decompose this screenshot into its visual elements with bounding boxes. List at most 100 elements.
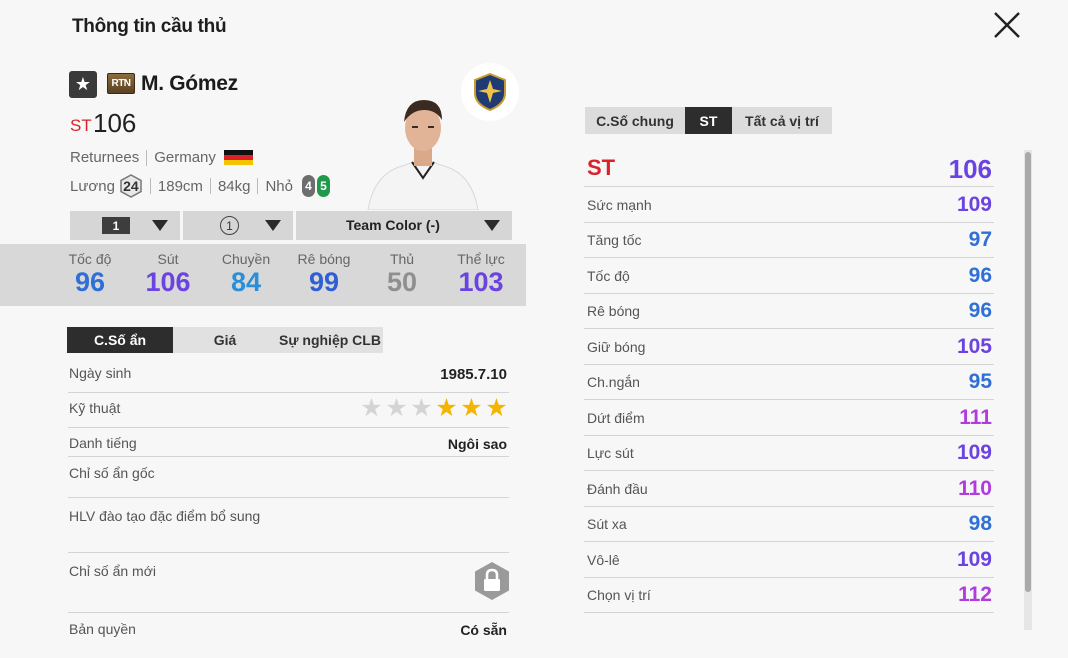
level-select[interactable]: 1	[70, 211, 180, 240]
stat-row: Lực sút 109	[584, 436, 994, 471]
dropdown-arrow-icon	[152, 220, 168, 231]
salary-label: Lương	[70, 177, 115, 195]
stat-shooting: Sút 106	[138, 251, 198, 297]
player-name: M. Gómez	[141, 72, 238, 95]
license-label: Bản quyền	[69, 621, 136, 637]
stat-label: Thể lực	[457, 251, 505, 267]
season-name: Returnees	[70, 149, 140, 166]
stat-value: 109	[956, 193, 992, 216]
divider	[146, 149, 148, 166]
team-color-select[interactable]: Team Color (-)	[296, 211, 512, 240]
stat-pace: Tốc độ 96	[60, 251, 120, 297]
stat-value: 110	[958, 477, 992, 500]
body-type: Nhỏ	[265, 177, 293, 195]
stat-row: Ch.ngắn 95	[584, 365, 994, 400]
stat-label: Ch.ngắn	[587, 374, 640, 390]
stat-row: Tăng tốc 97	[584, 223, 994, 258]
height-value: 189cm	[157, 177, 203, 195]
stat-value: 106	[145, 267, 191, 297]
stat-label: Tốc độ	[68, 251, 112, 267]
stat-label: Sức mạnh	[587, 197, 652, 213]
stat-value: 109	[956, 548, 992, 571]
stat-label: Sút	[157, 251, 179, 267]
stat-label: Lực sút	[587, 445, 634, 461]
new-traits-label: Chỉ số ẩn mới	[69, 563, 156, 579]
position-tabs: C.Số chung ST Tất cả vị trí	[585, 107, 832, 134]
skill-stars: ★ ★ ★ ★ ★ ★	[359, 396, 509, 421]
stat-label: Chọn vị trí	[587, 587, 651, 603]
player-overall: 106	[93, 108, 137, 138]
lock-icon[interactable]	[473, 561, 511, 601]
weight-value: 84kg	[217, 177, 251, 195]
stat-row: Sức mạnh 109	[584, 188, 994, 223]
reputation-label: Danh tiếng	[69, 435, 137, 451]
star-empty-icon: ★	[360, 394, 383, 422]
stat-row: Chọn vị trí 112	[584, 578, 994, 613]
position-overall-row: ST 106	[584, 152, 994, 187]
stat-value: 97	[968, 228, 992, 251]
salary-hexagon-icon: 24	[119, 174, 143, 198]
stat-value: 96	[968, 264, 992, 287]
tab-club-career[interactable]: Sự nghiệp CLB	[277, 327, 383, 353]
favorite-star-icon[interactable]: ★	[69, 71, 97, 98]
window-title: Thông tin cầu thủ	[72, 16, 227, 37]
divider	[209, 178, 211, 194]
stat-dribbling: Rê bóng 99	[294, 251, 354, 297]
tab-price[interactable]: Giá	[173, 327, 277, 353]
star-empty-icon: ★	[385, 394, 408, 422]
stat-physical: Thể lực 103	[451, 251, 511, 297]
coach-traits-row: HLV đào tạo đặc điểm bổ sung	[68, 498, 509, 553]
stat-row: Tốc độ 96	[584, 259, 994, 294]
stat-value: 112	[958, 583, 992, 606]
stat-row: Rê bóng 96	[584, 294, 994, 329]
stat-label: Rê bóng	[587, 303, 640, 319]
stat-label: Tăng tốc	[587, 232, 642, 248]
skill-label: Kỹ thuật	[69, 400, 121, 416]
germany-flag-icon	[223, 149, 253, 166]
stat-row: Sút xa 98	[584, 507, 994, 542]
left-foot-value: 4	[302, 175, 315, 197]
nation-name: Germany	[154, 149, 216, 166]
stat-label: Thủ	[389, 251, 415, 267]
stat-label: ST	[587, 155, 616, 180]
hidden-traits-row: Chỉ số ẩn gốc	[68, 457, 509, 498]
star-filled-icon: ★	[485, 394, 508, 422]
reputation-value: Ngôi sao	[447, 436, 507, 452]
right-foot-value: 5	[317, 175, 330, 197]
tab-all-positions[interactable]: Tất cả vị trí	[732, 107, 832, 134]
close-icon[interactable]	[990, 8, 1024, 42]
coach-traits-label: HLV đào tạo đặc điểm bổ sung	[69, 508, 261, 524]
dropdown-arrow-icon	[484, 220, 500, 231]
player-photo	[367, 100, 479, 210]
stat-label: Dứt điểm	[587, 410, 645, 426]
stat-value: 98	[968, 512, 992, 535]
main-stats-band: Tốc độ 96 Sút 106 Chuyền 84 Rê bóng 99 T…	[0, 244, 526, 306]
stat-value: 50	[386, 267, 418, 297]
player-physical-row: Lương 24 189cm 84kg Nhỏ 4 5	[70, 174, 330, 198]
stat-value: 84	[230, 267, 262, 297]
stat-defending: Thủ 50	[372, 251, 432, 297]
star-empty-icon: ★	[410, 394, 433, 422]
stat-value: 95	[968, 370, 992, 393]
dropdown-arrow-icon	[265, 220, 281, 231]
stat-label: Đánh đầu	[587, 481, 648, 497]
stat-value: 105	[956, 335, 992, 358]
tab-st[interactable]: ST	[685, 107, 732, 134]
hidden-traits-label: Chỉ số ẩn gốc	[69, 465, 155, 481]
stat-value: 96	[968, 299, 992, 322]
stat-label: Tốc độ	[587, 268, 630, 284]
license-value: Có sẵn	[460, 622, 507, 638]
birthday-row: Ngày sinh 1985.7.10	[68, 358, 509, 393]
team-color-value: Team Color (-)	[346, 217, 440, 233]
season-icon: RTN	[107, 73, 135, 94]
divider	[149, 178, 151, 194]
level-value: 1	[102, 217, 130, 234]
stat-label: Chuyền	[221, 251, 271, 267]
tab-overall[interactable]: C.Số chung	[585, 107, 685, 134]
stat-value: 96	[74, 267, 106, 297]
stat-value: 109	[956, 441, 992, 464]
scrollbar-thumb[interactable]	[1025, 152, 1031, 592]
tab-hidden-stats[interactable]: C.Số ẩn	[67, 327, 173, 353]
team-count-select[interactable]: 1	[183, 211, 293, 240]
new-traits-row: Chỉ số ẩn mới	[68, 553, 509, 613]
